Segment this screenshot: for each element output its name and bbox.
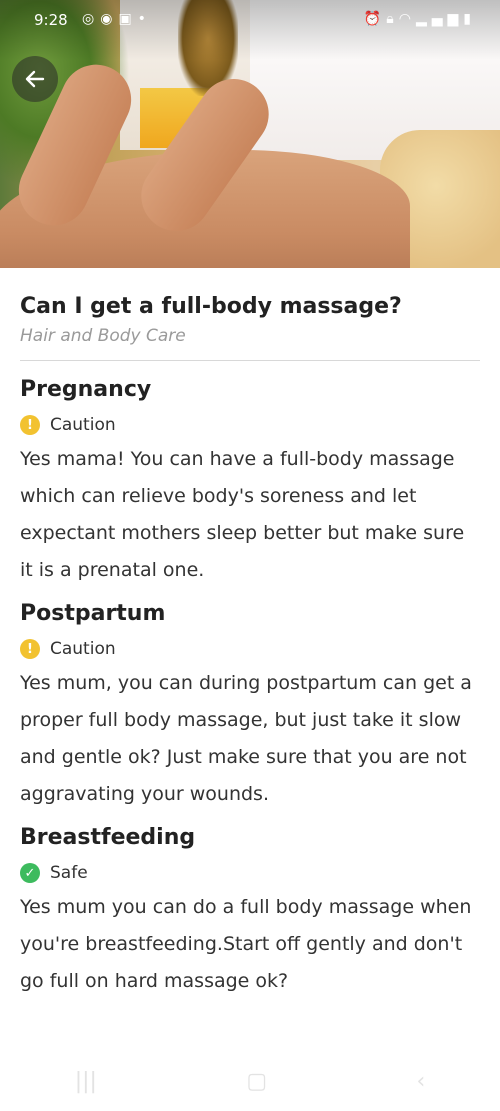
- system-icons: ⏰🔒︎◠▂▄▆▮: [364, 11, 476, 27]
- home-icon[interactable]: ▢: [246, 1069, 267, 1094]
- section-text: Yes mum you can do a full body massage w…: [20, 896, 472, 992]
- status-badge: ✓ Safe: [20, 863, 480, 883]
- page-title: Can I get a full-body massage?: [20, 294, 402, 319]
- lock-icon: 🔒︎: [386, 11, 399, 27]
- caution-icon: !: [20, 639, 40, 659]
- status-badge: ! Caution: [20, 415, 480, 435]
- status-label: Safe: [50, 863, 88, 883]
- status-badge: ! Caution: [20, 639, 480, 659]
- back-button[interactable]: [12, 56, 58, 102]
- divider: [20, 360, 480, 361]
- section-breastfeeding: Breastfeeding ✓ Safe Yes mum you can do …: [20, 823, 480, 1000]
- article-content: Can I get a full-body massage? Hair and …: [20, 290, 480, 1010]
- checkmark-icon: ✓: [20, 863, 40, 883]
- section-pregnancy: Pregnancy ! Caution Yes mama! You can ha…: [20, 375, 480, 589]
- section-text: Yes mama! You can have a full-body massa…: [20, 448, 465, 581]
- back-nav-icon[interactable]: ‹: [416, 1069, 425, 1094]
- image-icon: ▣: [118, 11, 138, 27]
- status-label: Caution: [50, 639, 116, 659]
- alarm-icon: ⏰: [363, 11, 387, 27]
- section-text: Yes mum, you can during postpartum can g…: [20, 672, 472, 805]
- navigation-bar: ||| ▢ ‹: [0, 1051, 500, 1111]
- hero-image: [0, 0, 500, 268]
- section-heading: Pregnancy: [20, 377, 152, 402]
- caution-icon: !: [20, 415, 40, 435]
- status-time: 9:28: [34, 11, 68, 29]
- section-postpartum: Postpartum ! Caution Yes mum, you can du…: [20, 599, 480, 813]
- battery-icon: ▮: [463, 11, 476, 27]
- section-heading: Breastfeeding: [20, 825, 196, 850]
- status-label: Caution: [50, 415, 116, 435]
- wifi-icon: ◠: [398, 11, 416, 27]
- app-icon: ◉: [100, 11, 119, 27]
- dot-icon: •: [137, 11, 152, 27]
- notification-icons: ◎◉▣•: [82, 11, 152, 27]
- arrow-left-icon: [25, 70, 45, 88]
- category-label: Hair and Body Care: [20, 326, 186, 346]
- status-bar: 9:28 ◎◉▣• ⏰🔒︎◠▂▄▆▮: [0, 0, 500, 40]
- recent-apps-icon[interactable]: |||: [75, 1069, 97, 1094]
- section-heading: Postpartum: [20, 601, 166, 626]
- instagram-icon: ◎: [82, 11, 101, 27]
- signal-icon: ▂▄▆: [415, 11, 464, 27]
